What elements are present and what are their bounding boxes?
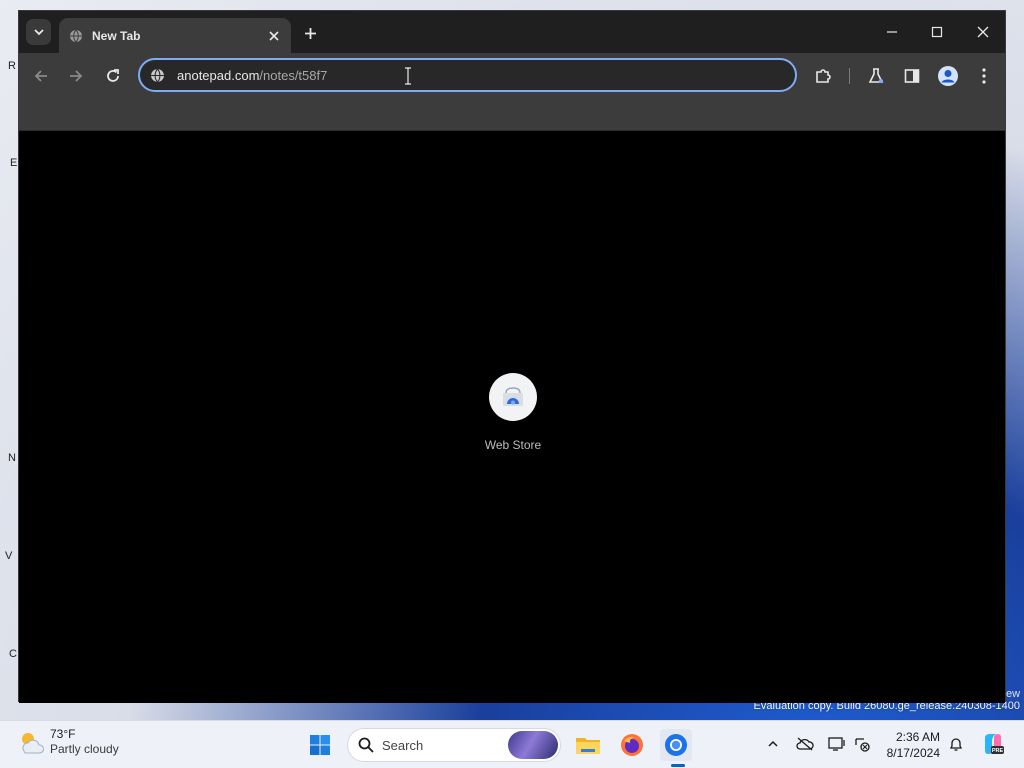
extensions-button[interactable] xyxy=(809,62,837,90)
url-path: /notes/t58f7 xyxy=(259,67,328,83)
url-domain: anotepad.com xyxy=(177,67,260,83)
web-store-icon xyxy=(489,373,537,421)
firefox-button[interactable] xyxy=(616,729,648,761)
onedrive-status[interactable] xyxy=(795,734,815,754)
plus-icon xyxy=(304,27,316,39)
menu-button[interactable] xyxy=(970,62,998,90)
maximize-icon xyxy=(931,26,943,38)
toolbar-divider xyxy=(849,68,850,84)
tab-title: New Tab xyxy=(92,28,141,43)
browser-window: New Tab anotepad.com/notes/t58f7 Web Sto… xyxy=(18,10,1006,703)
labs-icon xyxy=(868,68,884,83)
tab-search-button[interactable] xyxy=(26,19,51,45)
taskbar: 73°F Partly cloudy Search 2:36 AM 8/17/2… xyxy=(0,720,1024,768)
labs-button[interactable] xyxy=(862,62,890,90)
weather-widget[interactable]: 73°F Partly cloudy xyxy=(16,727,119,757)
maximize-button[interactable] xyxy=(922,19,952,45)
firefox-icon xyxy=(621,734,643,756)
file-explorer-button[interactable] xyxy=(572,729,604,761)
clock-time: 2:36 AM xyxy=(895,730,940,744)
active-app-indicator xyxy=(671,764,685,767)
system-clock[interactable]: 2:36 AM 8/17/2024 xyxy=(880,729,940,761)
search-icon xyxy=(358,737,374,753)
new-tab-page: Web Store xyxy=(19,132,1005,703)
browser-toolbar: anotepad.com/notes/t58f7 xyxy=(19,53,1005,99)
search-placeholder: Search xyxy=(382,737,424,753)
url-text[interactable]: anotepad.com/notes/t58f7 xyxy=(177,68,327,83)
copilot-icon: PRE xyxy=(985,734,1004,754)
profile-button[interactable] xyxy=(934,62,962,90)
profile-icon xyxy=(938,66,958,86)
cloud-offline-icon xyxy=(796,737,814,751)
desktop-fragment: E xyxy=(10,157,18,169)
search-highlight-image xyxy=(508,731,558,759)
desktop-fragment: ew xyxy=(1006,688,1021,700)
desktop-fragment: R xyxy=(8,60,16,72)
reload-button[interactable] xyxy=(99,62,127,90)
close-window-button[interactable] xyxy=(968,19,998,45)
chrome-icon xyxy=(665,734,687,756)
chrome-button[interactable] xyxy=(660,729,692,761)
reload-icon xyxy=(107,69,119,82)
start-button[interactable] xyxy=(304,729,336,761)
network-tray[interactable] xyxy=(852,734,872,754)
copilot-button[interactable]: PRE xyxy=(980,731,1006,757)
notification-bell-icon xyxy=(949,738,963,751)
minimize-button[interactable] xyxy=(877,19,907,45)
menu-icon xyxy=(982,68,986,84)
back-icon xyxy=(34,70,47,82)
extensions-icon xyxy=(816,69,831,83)
chevron-up-icon xyxy=(768,740,778,747)
forward-button[interactable] xyxy=(62,62,90,90)
chevron-down-icon xyxy=(33,29,44,36)
shortcut-web-store[interactable]: Web Store xyxy=(468,373,558,452)
desktop-fragment: V xyxy=(5,550,13,562)
weather-temperature: 73°F xyxy=(50,727,76,741)
new-tab-button[interactable] xyxy=(299,22,321,44)
close-tab-icon[interactable] xyxy=(265,27,283,45)
desktop-fragment: N xyxy=(8,452,16,464)
desktop-fragment: C xyxy=(9,648,17,660)
show-hidden-icons-button[interactable] xyxy=(763,734,783,754)
tab-new-tab[interactable]: New Tab xyxy=(59,18,291,53)
clock-date: 8/17/2024 xyxy=(886,746,940,760)
site-info-icon[interactable] xyxy=(148,66,166,84)
side-panel-button[interactable] xyxy=(898,62,926,90)
svg-text:PRE: PRE xyxy=(992,748,1004,754)
display-tray[interactable] xyxy=(827,734,847,754)
close-icon xyxy=(977,26,989,38)
globe-icon xyxy=(68,28,84,44)
forward-icon xyxy=(70,70,83,82)
bookmark-bar xyxy=(19,99,1005,131)
windows-start-icon xyxy=(310,735,330,755)
file-explorer-icon xyxy=(576,738,600,754)
minimize-icon xyxy=(887,31,897,33)
partly-cloudy-icon xyxy=(22,733,44,754)
display-icon xyxy=(828,737,845,751)
address-bar[interactable]: anotepad.com/notes/t58f7 xyxy=(138,58,797,92)
text-cursor-icon xyxy=(405,67,411,85)
back-button[interactable] xyxy=(27,62,55,90)
notifications-button[interactable] xyxy=(946,734,966,754)
weather-description: Partly cloudy xyxy=(50,742,119,756)
taskbar-search[interactable]: Search xyxy=(347,728,561,762)
network-icon xyxy=(855,738,870,752)
shortcut-label: Web Store xyxy=(484,438,542,452)
tab-strip: New Tab xyxy=(19,11,1005,53)
side-panel-icon xyxy=(904,69,920,83)
